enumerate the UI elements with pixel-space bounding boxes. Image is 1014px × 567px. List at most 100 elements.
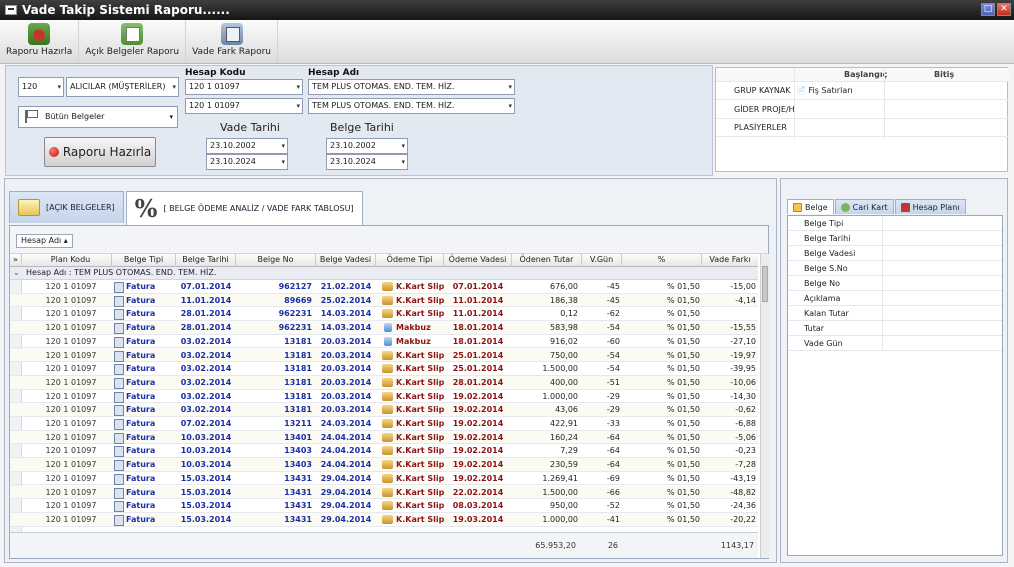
tab-account-card[interactable]: Cari Kart — [834, 199, 894, 214]
column-payment-due[interactable]: Ödeme Vadesi — [444, 254, 512, 267]
open-documents-report-button[interactable]: Açık Belgeler Raporu — [79, 20, 187, 63]
table-row[interactable]: 120 1 01097 Fatura 10.03.2014 13403 24.04.20… — [10, 444, 758, 459]
cell-document-due: 29.04.2014 — [320, 487, 372, 497]
cell-payment-due: 19.02.2014 — [452, 391, 504, 401]
cell-plan-code: 120 1 01097 — [45, 501, 97, 511]
column-document-type[interactable]: Belge Tipi — [112, 254, 176, 267]
table-row[interactable]: 120 1 01097 Fatura 11.01.2014 89669 25.02.20… — [10, 293, 758, 308]
cell-document-type: Fatura — [112, 403, 176, 417]
range-row-group-source[interactable]: GRUP KAYNAK 📄 Fiş Satırları — [716, 82, 1009, 100]
cell-document-due: 20.03.2014 — [320, 364, 372, 374]
analysis-grid: Hesap Adı ▴ » Plan Kodu Belge Tipi Belge… — [9, 225, 769, 559]
range-row-expense-project[interactable]: GİDER PROJE/H — [716, 101, 1009, 119]
group-row[interactable]: ⌄ Hesap Adı : TEM PLUS OTOMAS. END. TEM.… — [10, 267, 758, 280]
table-row[interactable]: 120 1 01097 Fatura 07.02.2014 13211 24.03.20… — [10, 417, 758, 431]
column-due-difference[interactable]: Vade Farkı — [702, 254, 758, 267]
column-document-due[interactable]: Belge Vadesi — [316, 254, 376, 267]
cell-document-no: 13181 — [284, 377, 312, 387]
receipt-icon — [384, 323, 392, 333]
field-remaining-amount[interactable]: Kalan Tutar — [788, 306, 1002, 321]
field-document-date[interactable]: Belge Tarihi — [788, 231, 1002, 246]
field-description[interactable]: Açıklama — [788, 291, 1002, 306]
due-date-from[interactable]: 23.10.2002 ▾ — [206, 138, 288, 154]
due-date-to[interactable]: 23.10.2024 ▾ — [206, 154, 288, 170]
prepare-report-big-button[interactable]: Raporu Hazırla — [44, 137, 156, 167]
cell-due-days: -69 — [606, 473, 620, 483]
column-payment-type[interactable]: Ödeme Tipi — [376, 254, 444, 267]
table-row[interactable]: 120 1 01097 Fatura 15.03.2014 13431 29.04.20… — [10, 499, 758, 513]
table-row[interactable]: 120 1 01097 Fatura 15.03.2014 13431 29.04.20… — [10, 472, 758, 486]
field-document-serial[interactable]: Belge S.No — [788, 261, 1002, 276]
account-name-label: Hesap Adı — [308, 68, 360, 78]
tab-open-documents[interactable]: [AÇIK BELGELER] — [9, 191, 124, 223]
cell-due-days: -54 — [606, 323, 620, 333]
cell-payment-due: 11.01.2014 — [452, 309, 504, 319]
field-document-no[interactable]: Belge No — [788, 276, 1002, 291]
users-icon — [840, 202, 850, 212]
account-prefix-select[interactable]: 120 ▾ — [18, 77, 64, 97]
table-row[interactable]: 120 1 01097 Fatura 28.01.2014 962231 14.03.2… — [10, 307, 758, 322]
table-row[interactable]: 120 1 01097 Fatura 03.02.2014 13181 20.03.20… — [10, 403, 758, 417]
range-row-sales-reps[interactable]: PLASİYERLER — [716, 119, 1009, 137]
account-name-from[interactable]: TEM PLUS OTOMAS. END. TEM. HİZ. ▾ — [308, 79, 515, 95]
cell-document-due: 24.04.2014 — [320, 446, 372, 456]
table-row[interactable]: 120 1 01097 Fatura 10.03.2014 13403 24.04.20… — [10, 458, 758, 472]
table-row[interactable]: 120 1 01097 Fatura 03.02.2014 13181 20.03.20… — [10, 362, 758, 376]
column-document-no[interactable]: Belge No — [236, 254, 316, 267]
group-by-button[interactable]: Hesap Adı ▴ — [16, 234, 73, 248]
cell-payment-due: 28.01.2014 — [452, 377, 504, 387]
due-difference-report-button[interactable]: Vade Fark Raporu — [186, 20, 278, 63]
column-document-date[interactable]: Belge Tarihi — [176, 254, 236, 267]
table-row[interactable]: 120 1 01097 Fatura 03.02.2014 13181 20.03.20… — [10, 375, 758, 390]
field-document-due[interactable]: Belge Vadesi — [788, 246, 1002, 261]
account-type-select[interactable]: ALICILAR (MÜŞTERİLER) ▾ — [66, 77, 179, 97]
cell-payment-type: Makbuz — [376, 321, 444, 334]
field-document-type[interactable]: Belge Tipi — [788, 216, 1002, 231]
receipt-lines-value[interactable]: 📄 Fiş Satırları — [796, 82, 853, 100]
column-paid-amount[interactable]: Ödenen Tutar — [512, 254, 582, 267]
column-percent[interactable]: % — [622, 254, 702, 267]
tab-account-plan[interactable]: Hesap Planı — [894, 199, 966, 214]
table-row[interactable]: 120 1 01097 Fatura 15.03.2014 13431 29.04.20… — [10, 485, 758, 500]
document-date-to[interactable]: 23.10.2024 ▾ — [326, 154, 408, 170]
cell-document-no: 13181 — [284, 405, 312, 415]
cell-payment-due: 25.01.2014 — [452, 364, 504, 374]
grid-vertical-scrollbar[interactable] — [760, 254, 769, 558]
cell-paid-amount: 583,98 — [550, 323, 578, 333]
account-name-to[interactable]: TEM PLUS OTOMAS. END. TEM. HİZ. ▾ — [308, 98, 515, 114]
cell-payment-type: K.Kart Slip — [376, 349, 444, 362]
cell-plan-code: 120 1 01097 — [45, 405, 97, 415]
account-code-to[interactable]: 120 1 01097 ▾ — [185, 98, 303, 114]
cell-percent: % 01,50 — [666, 295, 700, 305]
collapse-chevron-icon[interactable]: ⌄ — [13, 267, 20, 279]
cell-document-type: Fatura — [112, 486, 176, 499]
cell-document-type: Fatura — [112, 390, 176, 403]
document-type-select[interactable]: Bütün Belgeler ▾ — [18, 106, 178, 128]
field-amount[interactable]: Tutar — [788, 321, 1002, 336]
table-row[interactable]: 120 1 01097 Fatura 03.02.2014 13181 20.03.20… — [10, 348, 758, 363]
table-row[interactable]: 120 1 01097 Fatura 15.03.2014 13431 29.04.20… — [10, 512, 758, 527]
account-code-from[interactable]: 120 1 01097 ▾ — [185, 79, 303, 95]
table-row[interactable]: 120 1 01097 Fatura 10.03.2014 13401 24.04.20… — [10, 430, 758, 445]
cell-due-difference: -0,23 — [735, 446, 756, 456]
cell-document-no: 13403 — [284, 446, 312, 456]
scrollbar-thumb[interactable] — [762, 266, 768, 302]
table-row[interactable]: 120 1 01097 Fatura 03.02.2014 13181 20.03.20… — [10, 390, 758, 404]
tab-payment-analysis[interactable]: % [ BELGE ÖDEME ANALİZ / VADE FARK TABLO… — [125, 191, 363, 225]
column-plan-code[interactable]: Plan Kodu — [30, 254, 112, 267]
maximize-button[interactable]: □ — [981, 3, 995, 16]
close-button[interactable]: ✕ — [997, 3, 1011, 16]
tab-document[interactable]: Belge — [787, 199, 834, 214]
table-row[interactable]: 120 1 01097 Fatura 03.02.2014 13181 20.03.20… — [10, 335, 758, 349]
cell-payment-due: 19.02.2014 — [452, 432, 504, 442]
cell-due-difference: -20,22 — [730, 514, 756, 524]
table-row[interactable]: 120 1 01097 Fatura 28.01.2014 962231 14.03.2… — [10, 321, 758, 335]
document-properties: Belge Tipi Belge Tarihi Belge Vadesi Bel… — [787, 215, 1003, 556]
document-date-from[interactable]: 23.10.2002 ▾ — [326, 138, 408, 154]
field-due-days[interactable]: Vade Gün — [788, 336, 1002, 351]
column-due-days[interactable]: V.Gün — [582, 254, 622, 267]
prepare-report-button[interactable]: Raporu Hazırla — [0, 20, 80, 63]
cell-document-due: 20.03.2014 — [320, 377, 372, 387]
cell-document-date: 03.02.2014 — [180, 391, 232, 401]
table-row[interactable]: 120 1 01097 Fatura 07.01.2014 962127 21.02.2… — [10, 280, 758, 294]
